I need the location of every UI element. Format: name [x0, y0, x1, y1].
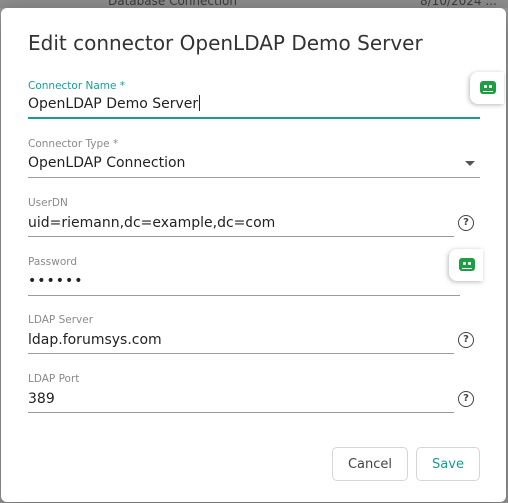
text-cursor [199, 95, 201, 111]
background-date: 8/10/2024 ... [420, 0, 497, 8]
background-text: Database Connection [108, 0, 237, 8]
userdn-label: UserDN [28, 197, 68, 209]
connector-type-label: Connector Type * [28, 138, 119, 150]
ldap-port-input[interactable]: 389 [28, 391, 55, 407]
ldap-port-underline [28, 412, 454, 413]
password-underline [28, 295, 460, 296]
help-circle-icon[interactable]: ? [458, 391, 474, 407]
help-circle-icon[interactable]: ? [458, 215, 474, 231]
edit-connector-dialog: Edit connector OpenLDAP Demo Server Conn… [1, 8, 506, 502]
password-manager-icon[interactable] [449, 249, 483, 281]
password-manager-icon[interactable] [470, 72, 504, 104]
ldap-server-underline [28, 353, 454, 354]
connector-type-select[interactable]: Connector Type * OpenLDAP Connection [28, 138, 480, 178]
password-label: Password [28, 256, 78, 268]
userdn-input[interactable]: uid=riemann,dc=example,dc=com [28, 215, 275, 231]
background-app-strip: Database Connection 8/10/2024 ... [0, 0, 508, 8]
connector-type-underline [28, 177, 480, 178]
save-button[interactable]: Save [416, 447, 480, 481]
password-input[interactable]: •••••• [28, 273, 84, 289]
ldap-port-field[interactable]: LDAP Port 389 ? [28, 373, 480, 413]
dialog-title: Edit connector OpenLDAP Demo Server [28, 31, 423, 55]
connector-name-field[interactable]: Connector Name * OpenLDAP Demo Server [28, 80, 480, 120]
connector-name-input[interactable]: OpenLDAP Demo Server [28, 95, 201, 112]
ldap-server-label: LDAP Server [28, 314, 94, 326]
connector-name-label: Connector Name * [28, 80, 126, 92]
userdn-field[interactable]: UserDN uid=riemann,dc=example,dc=com ? [28, 197, 480, 237]
password-field[interactable]: Password •••••• [28, 256, 480, 296]
ldap-server-field[interactable]: LDAP Server ldap.forumsys.com ? [28, 314, 480, 354]
connector-name-value: OpenLDAP Demo Server [28, 96, 199, 112]
connector-type-value: OpenLDAP Connection [28, 155, 186, 171]
dropdown-arrow-icon[interactable] [465, 161, 475, 166]
userdn-underline [28, 236, 454, 237]
ldap-port-label: LDAP Port [28, 373, 80, 385]
connector-name-underline [28, 117, 480, 119]
ldap-server-input[interactable]: ldap.forumsys.com [28, 332, 162, 348]
help-circle-icon[interactable]: ? [458, 332, 474, 348]
cancel-button[interactable]: Cancel [332, 447, 408, 481]
